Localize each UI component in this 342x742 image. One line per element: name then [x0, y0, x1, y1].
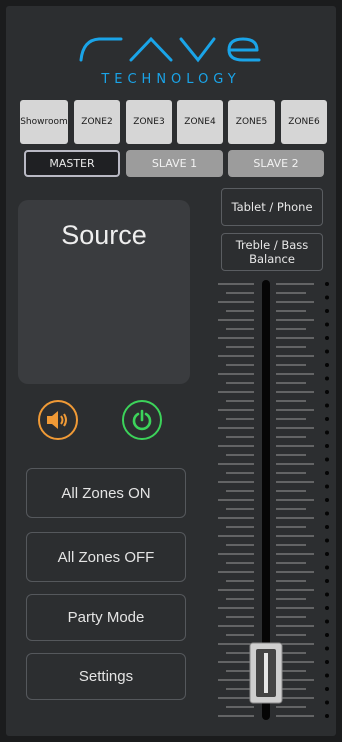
slider-dot: [325, 349, 329, 354]
slider-dot: [325, 552, 329, 556]
slider-dot: [325, 417, 329, 421]
slider-dot: [325, 457, 329, 462]
zone-6[interactable]: ZONE6: [281, 100, 327, 144]
slider-dot: [325, 403, 329, 408]
slider-dot: [325, 336, 329, 340]
slider-dot: [325, 646, 329, 651]
power-button[interactable]: [122, 400, 162, 440]
slider-dot: [325, 525, 329, 529]
tablet-phone-button[interactable]: Tablet / Phone: [221, 188, 323, 226]
slider-dot: [325, 309, 329, 313]
slider-dot: [325, 538, 329, 543]
slider-dot: [325, 673, 329, 678]
mute-button[interactable]: [38, 400, 78, 440]
slider-dot: [325, 498, 329, 502]
slider-dot: [325, 444, 329, 448]
slider-dot: [325, 633, 329, 637]
slider-dot: [325, 282, 329, 286]
slider-dot: [325, 579, 329, 583]
slider-dot: [325, 592, 329, 597]
settings-button[interactable]: Settings: [26, 653, 186, 700]
slave-1-button[interactable]: SLAVE 1: [126, 150, 223, 177]
treble-bass-button[interactable]: Treble / Bass Balance: [221, 233, 323, 271]
logo-subtitle: TECHNOLOGY: [101, 72, 241, 87]
treble-bass-line1: Treble / Bass: [235, 238, 309, 252]
slider-dot: [325, 376, 329, 381]
slider-dot: [325, 565, 329, 570]
source-panel[interactable]: Source: [18, 200, 190, 384]
slider-knob[interactable]: [249, 642, 283, 704]
slider-dot: [325, 430, 329, 435]
source-label: Source: [61, 220, 147, 250]
all-zones-off-button[interactable]: All Zones OFF: [26, 532, 186, 582]
zone-3[interactable]: ZONE3: [126, 100, 172, 144]
zone-2[interactable]: ZONE2: [74, 100, 120, 144]
slider-dot: [325, 687, 329, 691]
speaker-icon: [47, 411, 67, 429]
master-button[interactable]: MASTER: [24, 150, 120, 177]
slider-dot: [325, 660, 329, 664]
slider-dot: [325, 714, 329, 718]
slider-dot: [325, 511, 329, 516]
all-zones-on-button[interactable]: All Zones ON: [26, 468, 186, 518]
zone-5[interactable]: ZONE5: [228, 100, 275, 144]
party-mode-button[interactable]: Party Mode: [26, 594, 186, 641]
slider-dot: [325, 363, 329, 367]
slider-dot: [325, 322, 329, 327]
volume-slider[interactable]: [214, 276, 336, 726]
slider-dot: [325, 390, 329, 394]
slider-dot: [325, 484, 329, 489]
slider-dot: [325, 295, 329, 300]
slave-2-button[interactable]: SLAVE 2: [228, 150, 324, 177]
slider-dot: [325, 471, 329, 475]
slider-dot: [325, 619, 329, 624]
slider-dot: [325, 700, 329, 705]
zone-showroom[interactable]: Showroom: [20, 100, 68, 144]
zone-4[interactable]: ZONE4: [177, 100, 223, 144]
slider-dot: [325, 606, 329, 610]
treble-bass-line2: Balance: [249, 252, 295, 266]
power-icon: [132, 409, 152, 431]
